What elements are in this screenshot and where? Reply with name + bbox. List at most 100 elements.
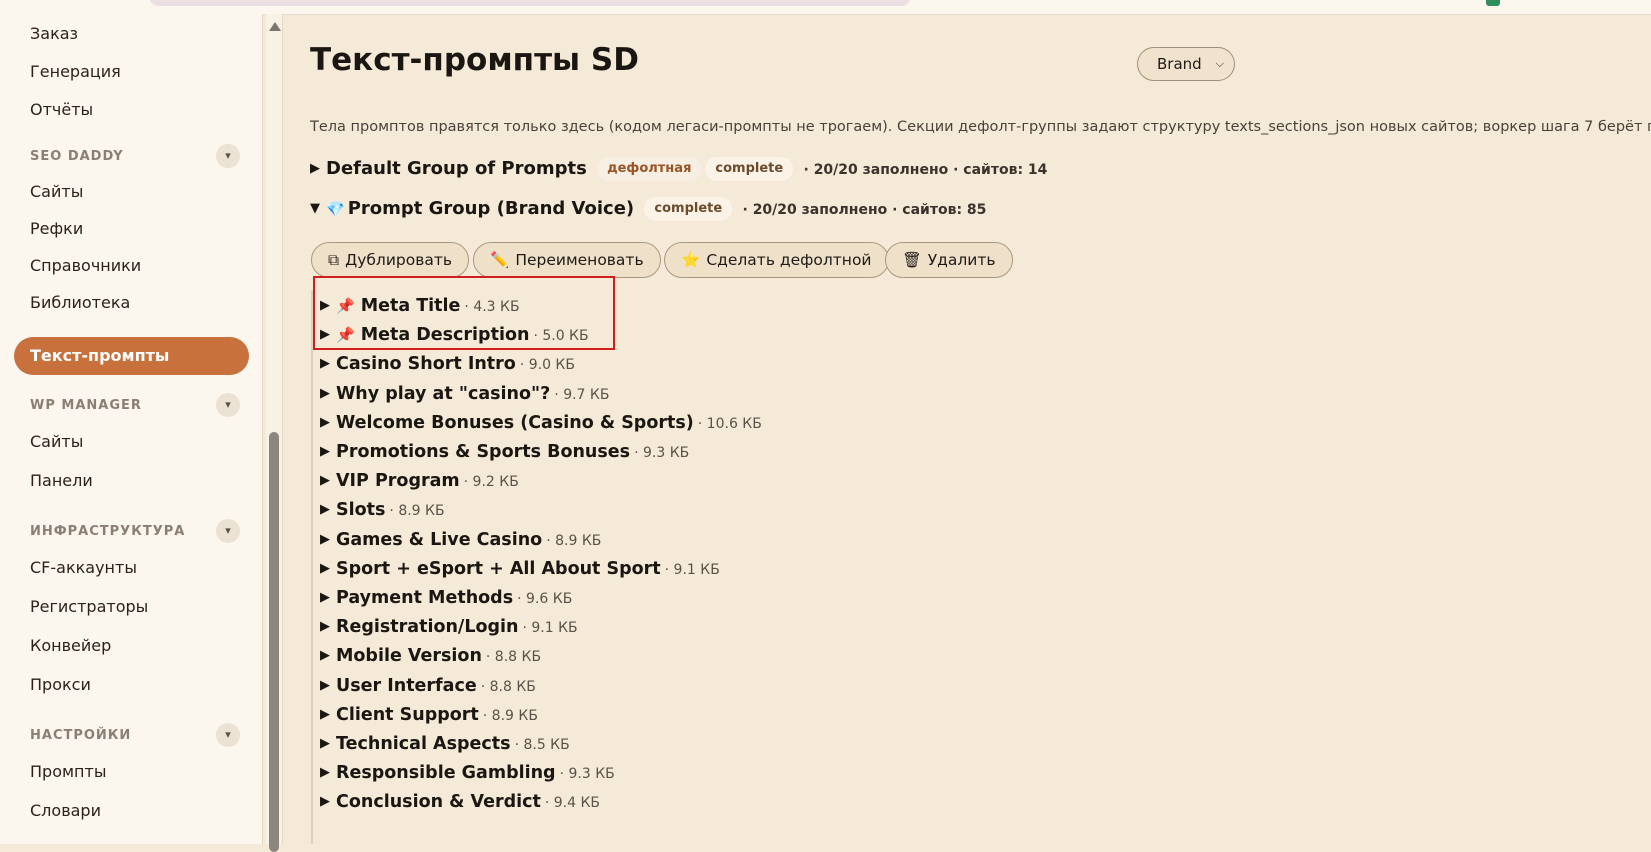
prompt-size: · 9.1 КБ — [664, 561, 720, 578]
sidebar-item-panels[interactable]: Панели — [30, 471, 93, 491]
prompt-size: · 8.9 КБ — [389, 503, 445, 520]
sidebar-item-directories[interactable]: Справочники — [30, 256, 141, 276]
prompt-size: · 8.8 КБ — [485, 649, 542, 666]
sidebar-item-registrars[interactable]: Регистраторы — [30, 597, 148, 617]
chevron-down-icon: ⌵ — [1215, 57, 1224, 70]
sidebar-item-library[interactable]: Библиотека — [30, 293, 130, 313]
collapse-triangle-icon[interactable]: ▼ — [310, 196, 320, 222]
copy-icon: ⧉ — [328, 251, 340, 269]
prompt-item[interactable]: ▶ Casino Short Intro · 9.0 КБ — [320, 352, 575, 377]
sidebar-item-order[interactable]: Заказ — [30, 24, 78, 44]
expand-triangle-icon[interactable]: ▶ — [320, 615, 330, 639]
prompt-item[interactable]: ▶ Client Support · 8.9 КБ — [320, 703, 538, 728]
expand-triangle-icon[interactable]: ▶ — [320, 352, 330, 376]
prompt-item[interactable]: ▶ Why play at "casino"? · 9.7 КБ — [320, 382, 609, 407]
expand-triangle-icon[interactable]: ▶ — [320, 761, 330, 785]
prompt-size: · 9.3 КБ — [634, 445, 690, 461]
sidebar-item-sites[interactable]: Сайты — [30, 182, 83, 202]
prompt-size: · 8.9 КБ — [482, 707, 538, 724]
prompt-item[interactable]: ▶ Mobile Version · 8.8 КБ — [320, 644, 541, 669]
expand-triangle-icon[interactable]: ▶ — [320, 440, 330, 464]
sidebar-item-reports[interactable]: Отчёты — [30, 100, 93, 120]
prompt-size: · 9.7 КБ — [554, 386, 610, 403]
chevron-down-icon[interactable]: ▾ — [216, 393, 240, 417]
prompt-name: Promotions & Sports Bonuses — [336, 442, 631, 462]
expand-triangle-icon[interactable]: ▶ — [320, 411, 330, 435]
prompt-item[interactable]: ▶ Promotions & Sports Bonuses · 9.3 КБ — [320, 440, 689, 465]
group-brand-voice[interactable]: ▼ 💎 Prompt Group (Brand Voice) complete · … — [310, 196, 986, 223]
duplicate-button[interactable]: ⧉ Дублировать — [311, 242, 470, 278]
prompt-item[interactable]: ▶ User Interface · 8.8 КБ — [320, 674, 536, 699]
sidebar-item-generation[interactable]: Генерация — [30, 62, 121, 82]
prompt-item[interactable]: ▶ Technical Aspects · 8.5 КБ — [320, 732, 570, 757]
expand-triangle-icon[interactable]: ▶ — [320, 732, 330, 756]
chevron-down-icon[interactable]: ▾ — [216, 723, 240, 747]
delete-label: Удалить — [927, 251, 996, 269]
prompt-name: User Interface — [336, 675, 477, 696]
prompt-name: Registration/Login — [336, 617, 519, 638]
badge-default: дефолтная — [597, 157, 702, 181]
prompt-list-rail — [311, 290, 313, 844]
prompt-size: · 8.9 КБ — [546, 532, 602, 549]
prompt-item[interactable]: ▶ Games & Live Casino · 8.9 КБ — [320, 528, 601, 553]
group-name: Prompt Group (Brand Voice) — [347, 198, 635, 219]
scrollbar-thumb[interactable] — [269, 432, 279, 852]
expand-triangle-icon[interactable]: ▶ — [320, 557, 330, 581]
prompt-name: Technical Aspects — [336, 734, 511, 754]
sidebar-item-dictionaries[interactable]: Словари — [30, 801, 101, 821]
expand-triangle-icon[interactable]: ▶ — [320, 469, 330, 493]
expand-triangle-icon[interactable]: ▶ — [320, 703, 330, 727]
chevron-down-icon[interactable]: ▾ — [216, 144, 240, 168]
prompt-size: · 10.6 КБ — [697, 415, 762, 432]
sidebar-item-prompts[interactable]: Промпты — [30, 762, 106, 782]
prompt-size: · 9.1 КБ — [522, 620, 578, 637]
sidebar-item-refki[interactable]: Рефки — [30, 219, 83, 239]
expand-triangle-icon[interactable]: ▶ — [310, 156, 320, 182]
badge-complete: complete — [644, 197, 733, 221]
prompt-name: VIP Program — [336, 471, 460, 492]
sidebar-item-cf-accounts[interactable]: CF-аккаунты — [30, 558, 137, 578]
delete-button[interactable]: 🗑 Удалить — [885, 242, 1013, 278]
chevron-down-icon[interactable]: ▾ — [216, 519, 240, 543]
make-default-label: Сделать дефолтной — [706, 251, 872, 269]
address-bar[interactable] — [150, 0, 910, 6]
extension-icon[interactable] — [1486, 0, 1500, 6]
expand-triangle-icon[interactable]: ▶ — [320, 790, 330, 814]
expand-triangle-icon[interactable]: ▶ — [320, 498, 330, 522]
prompt-item[interactable]: ▶ Sport + eSport + All About Sport · 9.1 К… — [320, 557, 720, 582]
sidebar-section-seo-daddy: SEO DADDY — [30, 149, 124, 164]
brand-select[interactable]: Brand ⌵ — [1137, 47, 1235, 81]
sidebar-item-text-prompts[interactable]: Текст-промпты — [14, 337, 249, 375]
rename-label: Переименовать — [515, 251, 644, 269]
rename-button[interactable]: ✏️ Переименовать — [473, 242, 661, 278]
group-name: Default Group of Prompts — [326, 158, 587, 179]
sidebar-item-proxies[interactable]: Прокси — [30, 675, 91, 695]
prompt-size: · 8.5 КБ — [514, 737, 570, 753]
prompt-item[interactable]: ▶ Responsible Gambling · 9.3 КБ — [320, 761, 615, 786]
group-meta: · 20/20 заполнено · сайтов: 14 — [803, 162, 1048, 178]
expand-triangle-icon[interactable]: ▶ — [320, 382, 330, 406]
expand-triangle-icon[interactable]: ▶ — [320, 586, 330, 610]
brand-select-value: Brand — [1157, 55, 1202, 73]
prompt-item[interactable]: ▶ Payment Methods · 9.6 КБ — [320, 586, 572, 611]
prompt-item[interactable]: ▶ Slots · 8.9 КБ — [320, 498, 445, 523]
prompt-item[interactable]: ▶ Registration/Login · 9.1 КБ — [320, 615, 578, 640]
page-description: Тела промптов правятся только здесь (код… — [310, 119, 1651, 135]
sidebar-item-pipeline[interactable]: Конвейер — [30, 636, 111, 656]
expand-triangle-icon[interactable]: ▶ — [320, 674, 330, 698]
prompt-item[interactable]: ▶ Welcome Bonuses (Casino & Sports) · 10.6… — [320, 411, 762, 436]
expand-triangle-icon[interactable]: ▶ — [320, 644, 330, 668]
prompt-size: · 9.4 КБ — [544, 795, 601, 812]
prompt-item[interactable]: ▶ VIP Program · 9.2 КБ — [320, 469, 519, 494]
prompt-size: · 9.6 КБ — [517, 591, 573, 607]
sidebar-item-wp-sites[interactable]: Сайты — [30, 432, 83, 452]
expand-triangle-icon[interactable]: ▶ — [320, 528, 330, 552]
scroll-up-icon[interactable] — [269, 22, 281, 31]
page-title: Текст-промпты SD — [310, 42, 639, 78]
sidebar-scrollbar[interactable] — [266, 14, 283, 852]
group-default[interactable]: ▶ Default Group of Prompts дефолтная compl… — [310, 156, 1047, 183]
highlight-box — [313, 276, 615, 350]
prompt-item[interactable]: ▶ Conclusion & Verdict · 9.4 КБ — [320, 790, 600, 815]
make-default-button[interactable]: ⭐ Сделать дефолтной — [664, 242, 889, 278]
prompt-name: Why play at "casino"? — [336, 383, 551, 404]
